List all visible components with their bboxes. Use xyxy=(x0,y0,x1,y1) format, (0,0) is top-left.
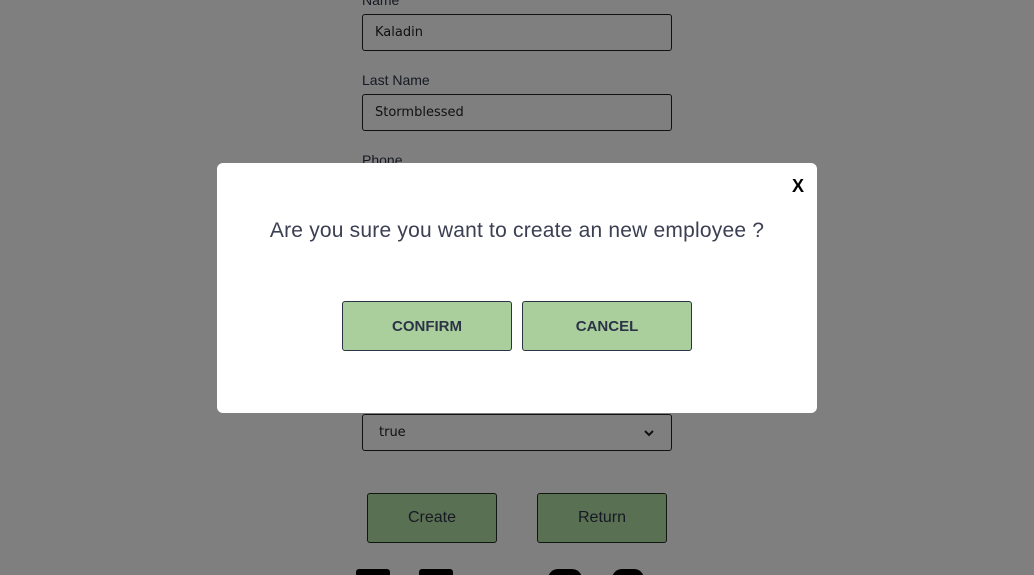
close-icon[interactable]: X xyxy=(792,175,804,197)
cancel-button[interactable]: CANCEL xyxy=(522,301,692,351)
confirm-dialog: X Are you sure you want to create an new… xyxy=(217,163,817,413)
dialog-message: Are you sure you want to create an new e… xyxy=(269,219,765,242)
confirm-button[interactable]: CONFIRM xyxy=(342,301,512,351)
